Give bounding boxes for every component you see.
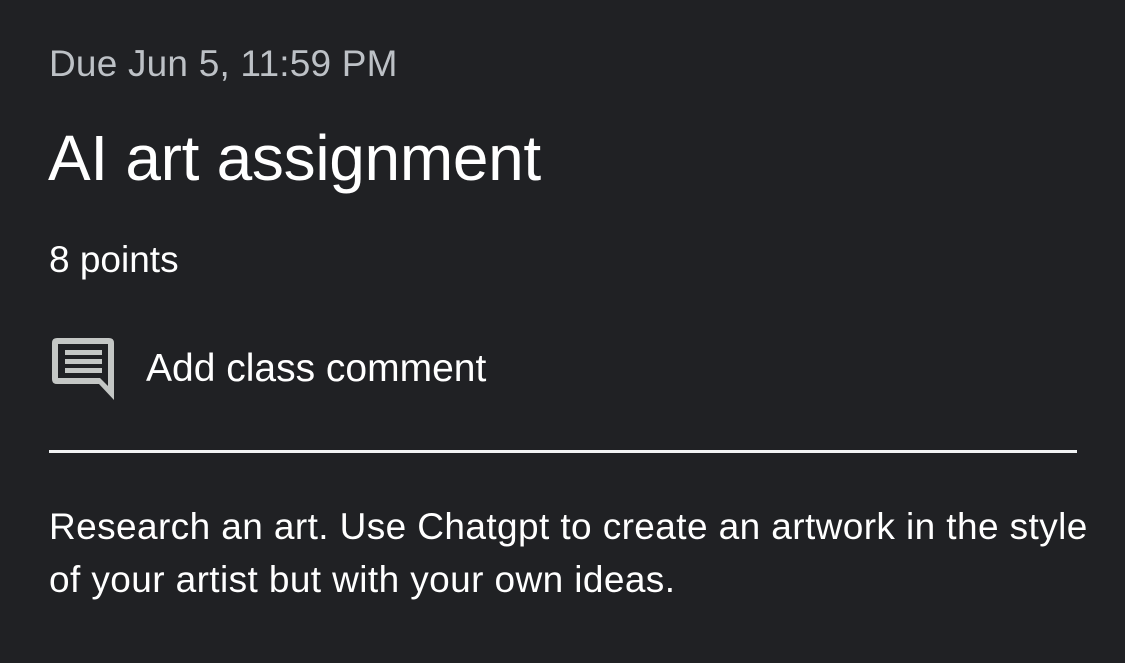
assignment-title: AI art assignment (48, 122, 541, 194)
add-class-comment-label: Add class comment (146, 347, 487, 390)
add-class-comment-button[interactable]: Add class comment (52, 336, 572, 402)
due-date: Due Jun 5, 11:59 PM (49, 43, 398, 84)
points-value: 8 points (49, 239, 179, 280)
assignment-description: Research an art. Use Chatgpt to create a… (49, 506, 1088, 600)
assignment-details: Due Jun 5, 11:59 PM AI art assignment 8 … (0, 0, 1125, 663)
section-divider (49, 450, 1077, 453)
comment-icon (52, 338, 116, 400)
